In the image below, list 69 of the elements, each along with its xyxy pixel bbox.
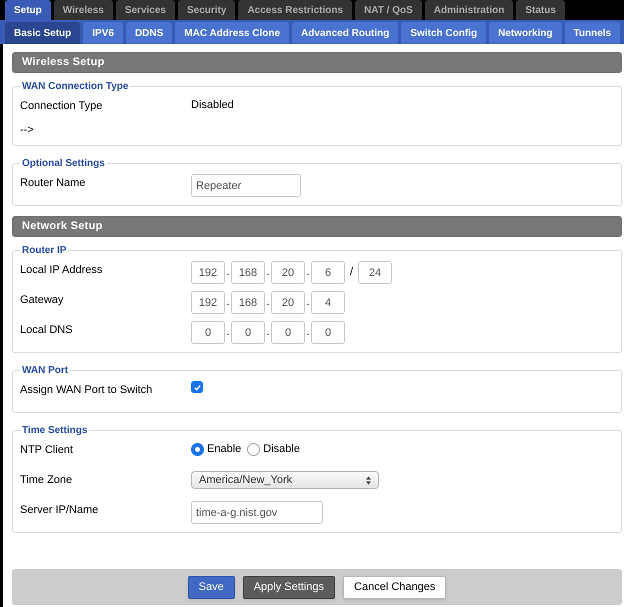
octet-field[interactable]: 20 (271, 261, 305, 284)
field-label: Server IP/Name (20, 503, 100, 518)
octet-field[interactable]: 0 (191, 321, 225, 344)
octet-field[interactable]: 168 (231, 291, 265, 314)
action-button[interactable]: Cancel Changes (343, 576, 446, 598)
slash-separator: / (348, 265, 354, 280)
field-label: NTP Client (20, 443, 74, 458)
main-tab[interactable]: Services (116, 0, 175, 20)
sub-tab[interactable]: Tunnels (564, 22, 620, 44)
group-legend: WAN Port (20, 363, 70, 378)
radio-button[interactable] (191, 442, 204, 456)
field-label: --> (20, 122, 35, 138)
sub-tab[interactable]: Switch Config (401, 22, 486, 44)
octet-field[interactable]: 6 (311, 261, 345, 284)
text-field[interactable]: time-a-g.nist.gov (191, 501, 323, 524)
group-legend: WAN Connection Type (20, 79, 130, 94)
main-tab[interactable]: Security (178, 0, 236, 20)
connection-type-value: Disabled (191, 98, 234, 113)
sub-tab[interactable]: DDNS (126, 22, 172, 44)
sub-tab[interactable]: Advanced Routing (292, 22, 398, 44)
sub-tab[interactable]: Basic Setup (5, 22, 80, 44)
field-label: Assign WAN Port to Switch (20, 383, 154, 398)
time-zone-select[interactable]: America/New_York (191, 471, 379, 489)
dot-separator: . (265, 325, 271, 340)
section-header: Wireless Setup (12, 52, 622, 73)
dot-separator: . (265, 265, 271, 280)
octet-field[interactable]: 192 (191, 261, 225, 284)
octet-field[interactable]: 20 (271, 291, 305, 314)
octet-field[interactable]: 168 (231, 261, 265, 284)
radio-button[interactable] (247, 442, 260, 456)
action-button[interactable]: Apply Settings (242, 576, 336, 598)
field-label: Gateway (20, 293, 64, 308)
field-label: Local IP Address (20, 263, 104, 278)
octet-field[interactable]: 0 (231, 321, 265, 344)
field-label: Router Name (20, 176, 86, 191)
main-tab[interactable]: Status (516, 0, 565, 20)
octet-field[interactable]: 192 (191, 291, 225, 314)
group-legend: Time Settings (20, 423, 90, 438)
text-field[interactable]: Repeater (191, 174, 301, 197)
sub-tab[interactable]: IPV6 (83, 22, 123, 44)
radio-label: Disable (263, 442, 300, 457)
main-tab[interactable]: NAT / QoS (355, 0, 422, 20)
dot-separator: . (305, 325, 311, 340)
field-label: Connection Type (20, 99, 104, 114)
dot-separator: . (225, 295, 231, 310)
radio-label: Enable (207, 442, 242, 457)
field-label: Time Zone (20, 473, 74, 488)
section-header: Network Setup (12, 216, 622, 237)
octet-field[interactable]: 0 (311, 321, 345, 344)
sub-tab[interactable]: Networking (489, 22, 562, 44)
main-tab[interactable]: Wireless (54, 0, 113, 20)
group-legend: Optional Settings (20, 156, 107, 171)
octet-field[interactable]: 4 (311, 291, 345, 314)
field-label: Local DNS (20, 323, 74, 338)
dot-separator: . (305, 265, 311, 280)
dot-separator: . (305, 295, 311, 310)
checkbox[interactable] (191, 381, 203, 393)
dot-separator: . (225, 325, 231, 340)
octet-field[interactable]: 0 (271, 321, 305, 344)
group-legend: Router IP (20, 243, 68, 258)
updown-icon (366, 476, 371, 484)
main-tab[interactable]: Access Restrictions (238, 0, 352, 20)
main-tab[interactable]: Administration (424, 0, 514, 20)
sub-tab[interactable]: MAC Address Clone (175, 22, 290, 44)
main-tab[interactable]: Setup (5, 0, 51, 20)
action-button[interactable]: Save (188, 576, 235, 598)
dot-separator: . (225, 265, 231, 280)
dot-separator: . (265, 295, 271, 310)
mask-field[interactable]: 24 (358, 261, 392, 284)
